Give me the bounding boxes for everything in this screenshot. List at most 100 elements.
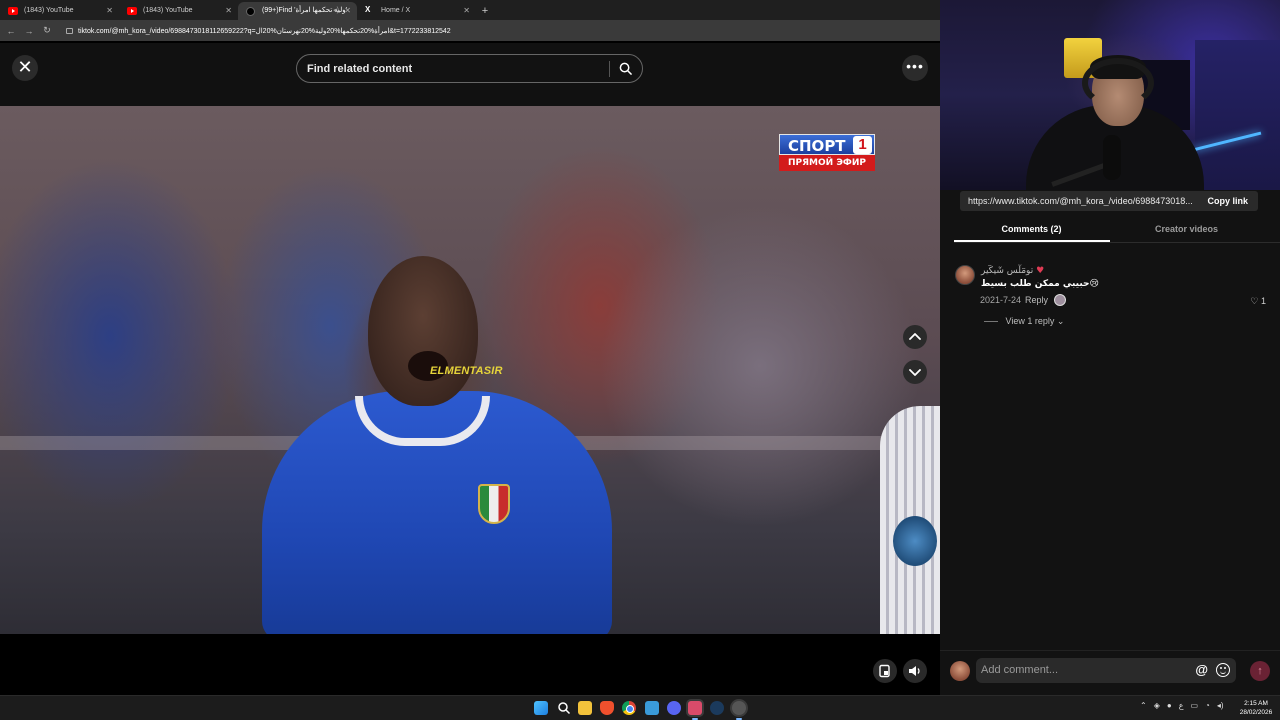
chevron-down-icon: ⌄: [1056, 316, 1065, 326]
system-clock[interactable]: 2:15 AM 28/02/2026: [1236, 699, 1276, 717]
webcam-overlay: [940, 0, 1280, 190]
url-field[interactable]: tiktok.com/@mh_kora_/video/6988473018112…: [66, 27, 451, 35]
notepad-icon[interactable]: [645, 701, 659, 715]
like-button[interactable]: ♡ 1: [1250, 296, 1266, 307]
tab-title: Home / X: [381, 7, 411, 14]
more-options-button[interactable]: •••: [902, 55, 928, 81]
monitor-icon[interactable]: ▭: [1190, 701, 1198, 710]
site-info-icon[interactable]: [66, 27, 73, 34]
view-replies-button[interactable]: View 1 reply ⌄: [984, 316, 1064, 327]
microphone-icon: [1103, 135, 1121, 180]
discord-icon[interactable]: [667, 701, 681, 715]
broadcast-live-label: ПРЯМОЙ ЭФИР: [779, 155, 875, 171]
chevron-up-icon[interactable]: ⌃: [1140, 701, 1147, 710]
microphone-icon[interactable]: ●: [1167, 701, 1172, 710]
heart-outline-icon: ♡: [1250, 296, 1259, 306]
broadcast-channel-number: 1: [853, 136, 872, 154]
comment-item: ﺗﻮﻣٓﻠٓﺲ ﺷٓﻴﻜٓﻴﺮ ♥ حبيبي ممكن طلب بسيط😢 2…: [954, 264, 1270, 327]
volume-button[interactable]: [903, 659, 927, 683]
system-tray: ⌃ ◈ ● ع ▭ ◔ ◂): [1140, 701, 1224, 710]
capture-app-icon[interactable]: [688, 701, 702, 720]
comment-text: حبيبي ممكن طلب بسيط😢: [981, 279, 1099, 289]
comment-input-placeholder: Add comment...: [981, 664, 1059, 676]
tab-title: (1843) YouTube: [24, 7, 74, 14]
tab-comments[interactable]: Comments (2): [954, 224, 1109, 234]
browser-tab-youtube-1[interactable]: (1843) YouTube ✕: [0, 2, 119, 20]
tiktok-icon: [246, 7, 255, 16]
search-icon[interactable]: [619, 62, 632, 75]
close-tab-icon[interactable]: ✕: [106, 2, 113, 20]
video-watermark: ELMENTASIR: [430, 365, 503, 377]
clock-date: 28/02/2026: [1239, 709, 1273, 716]
browser-tab-x[interactable]: X Home / X ✕: [357, 2, 476, 20]
share-link-text[interactable]: https://www.tiktok.com/@mh_kora_/video/6…: [968, 196, 1198, 206]
chevron-down-icon: [909, 369, 921, 376]
comment-username[interactable]: ﺗﻮﻣٓﻠٓﺲ ﺷٓﻴﻜٓﻴﺮ ♥: [981, 266, 1044, 276]
creator-liked-avatar: [1054, 294, 1066, 306]
x-icon: X: [365, 5, 371, 14]
emoji-icon[interactable]: [1216, 663, 1230, 677]
mention-icon[interactable]: @: [1195, 662, 1208, 677]
tab-title: (1843) YouTube: [143, 7, 193, 14]
obs-icon[interactable]: [732, 701, 746, 720]
chrome-icon[interactable]: [622, 701, 636, 715]
video-player[interactable]: СПОРТ 1 ПРЯМОЙ ЭФИР ELMENTASIR: [0, 106, 940, 634]
volume-icon[interactable]: ◂): [1217, 701, 1224, 710]
share-link-row: https://www.tiktok.com/@mh_kora_/video/6…: [960, 191, 1258, 211]
browser-tab-youtube-2[interactable]: (1843) YouTube ✕: [119, 2, 238, 20]
tiktok-video-viewer: ✕ Find related content ••• СПОРТ 1 ПРЯМО…: [0, 43, 940, 695]
avatar: [950, 661, 970, 681]
network-app-icon[interactable]: ◈: [1154, 701, 1160, 710]
comment-composer: Add comment... @ ↑: [940, 650, 1280, 688]
steam-icon[interactable]: [710, 701, 724, 715]
forward-arrow-icon[interactable]: →: [24, 26, 34, 36]
broadcast-channel-name: СПОРТ: [788, 137, 846, 155]
active-tab-indicator: [954, 240, 1110, 242]
close-button[interactable]: ✕: [12, 55, 38, 81]
panel-tabs: Comments (2) Creator videos: [954, 220, 1280, 243]
chevron-up-icon: [909, 333, 921, 340]
new-tab-button[interactable]: +: [476, 2, 494, 20]
speaker-icon[interactable]: ◂): [333, 2, 339, 20]
address-bar: ← → ↻ tiktok.com/@mh_kora_/video/6988473…: [0, 20, 946, 41]
like-count: 1: [1260, 296, 1266, 306]
comment-input[interactable]: Add comment... @: [976, 658, 1236, 683]
wifi-icon[interactable]: ◔: [1205, 701, 1210, 710]
windows-start-icon[interactable]: [534, 701, 548, 715]
heart-emoji-icon: ♥: [1036, 266, 1045, 276]
browser-tab-tiktok[interactable]: (99+)Find 'وليه تحكمها امرأة' ◂) ✕: [238, 2, 357, 20]
next-video-button[interactable]: [903, 360, 927, 384]
search-icon[interactable]: [557, 701, 571, 715]
brave-browser-icon[interactable]: [600, 701, 614, 715]
search-placeholder: Find related content: [307, 63, 413, 75]
clock-time: 2:15 AM: [1244, 700, 1268, 707]
video-referee-badge: [893, 516, 937, 566]
video-player-figure-head: [368, 256, 478, 406]
reload-icon[interactable]: ↻: [42, 25, 52, 36]
url-text: tiktok.com/@mh_kora_/video/6988473018112…: [78, 27, 451, 35]
side-panel: https://www.tiktok.com/@mh_kora_/video/6…: [940, 0, 1280, 695]
language-indicator[interactable]: ع: [1179, 701, 1184, 710]
speaker-icon: [909, 666, 920, 676]
avatar[interactable]: [955, 265, 975, 285]
close-tab-icon[interactable]: ✕: [463, 2, 470, 20]
reply-button[interactable]: Reply: [1025, 295, 1048, 305]
browser-tab-bar: (1843) YouTube ✕ (1843) YouTube ✕ (99+)F…: [0, 0, 946, 20]
close-tab-icon[interactable]: ✕: [225, 2, 232, 20]
viewer-top-bar: ✕ Find related content •••: [0, 43, 940, 106]
floating-player-button[interactable]: [873, 659, 897, 683]
tab-creator-videos[interactable]: Creator videos: [1109, 224, 1264, 234]
taskbar: ⌃ ◈ ● ع ▭ ◔ ◂) 2:15 AM 28/02/2026: [0, 695, 1280, 720]
broadcast-logo: СПОРТ 1 ПРЯМОЙ ЭФИР: [779, 134, 875, 172]
back-arrow-icon[interactable]: ←: [6, 26, 16, 36]
picture-in-picture-icon: [879, 664, 890, 678]
previous-video-button[interactable]: [903, 325, 927, 349]
search-input[interactable]: Find related content: [296, 54, 643, 83]
comment-date: 2021-7-24: [980, 295, 1022, 305]
close-tab-icon[interactable]: ✕: [344, 2, 351, 20]
copy-link-button[interactable]: Copy link: [1207, 196, 1248, 206]
video-italy-crest: [478, 484, 510, 524]
send-button[interactable]: ↑: [1250, 661, 1270, 681]
reply-divider-line: [984, 321, 998, 323]
file-explorer-icon[interactable]: [578, 701, 592, 715]
